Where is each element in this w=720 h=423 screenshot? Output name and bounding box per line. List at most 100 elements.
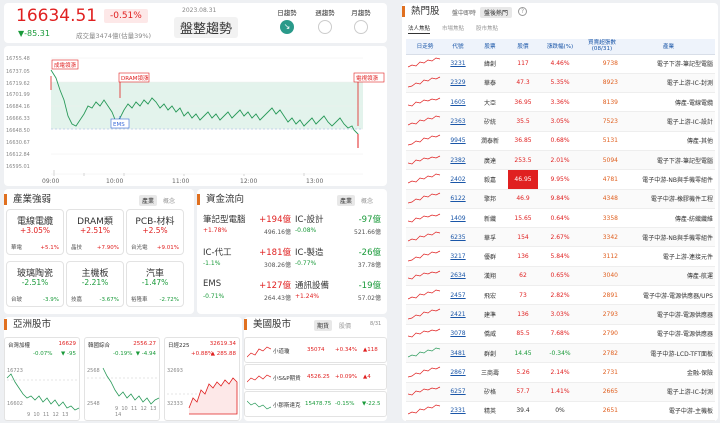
hot-stock-name[interactable]: 優群	[472, 246, 508, 267]
hot-stock-code[interactable]: 2421	[444, 304, 472, 325]
hot-subtab-stock[interactable]: 股市焦點	[476, 24, 498, 32]
col-header[interactable]: 代號	[444, 39, 472, 55]
flow-item[interactable]: 通訊設備 -19億 +1.24% 57.02億	[295, 277, 381, 307]
asia-market-card[interactable]: 韓國綜合 2556.27 -0.19% ▼ -4.94 2568 2548 9 …	[84, 337, 160, 421]
hot-stock-name[interactable]: 華泰	[472, 73, 508, 94]
hot-stock-industry: 電子下游-筆記型電腦	[622, 54, 715, 74]
flow-item[interactable]: 筆記型電腦 +194億 +1.78% 496.16億	[203, 211, 291, 241]
hot-stock-row[interactable]: 2402 毅嘉 46.95 9.95% 4781 電子中游-NB與手機零組件	[406, 169, 715, 190]
hot-stock-row[interactable]: 2867 三商壽 5.26 2.14% 2731 金融-保險	[406, 362, 715, 383]
hot-tab-afterhours[interactable]: 盤後熱門	[480, 7, 513, 18]
hot-stock-row[interactable]: 2457 飛宏 73 2.82% 2891 電子中游-電源供應器/UPS	[406, 285, 715, 306]
hot-stock-row[interactable]: 2331 精英 39.4 0% 2651 電子中游-主機板	[406, 401, 715, 422]
trend-month-button[interactable]: 月趨勢	[344, 7, 378, 34]
hot-stock-code[interactable]: 1409	[444, 208, 472, 229]
hot-stock-name[interactable]: 矽統	[472, 111, 508, 132]
hot-stock-row[interactable]: 6122 擎邦 46.9 9.84% 4348 電子中游-橡膠機件工程	[406, 189, 715, 209]
hot-subtab-institutional[interactable]: 法人焦點	[408, 24, 431, 34]
hot-tab-intraday[interactable]: 盤中即時	[448, 7, 480, 18]
hot-stock-row[interactable]: 6257 矽格 57.7 1.41% 2665 電子上游-IC-封測	[406, 382, 715, 402]
col-header[interactable]: 日走勢	[406, 39, 444, 55]
hot-stock-code[interactable]: 6122	[444, 189, 472, 209]
industry-card[interactable]: PCB-材料 +2.5% 台光電 +9.01%	[126, 209, 184, 255]
hot-stock-code[interactable]: 2363	[444, 111, 472, 132]
help-icon[interactable]: ?	[518, 7, 527, 16]
trend-week-button[interactable]: 週趨勢	[308, 7, 342, 34]
hot-stock-name[interactable]: 毅嘉	[472, 169, 508, 190]
us-market-row[interactable]: 小S&P期貨 4526.25 +0.09% ▲4	[244, 364, 387, 390]
industry-card[interactable]: DRAM類 +2.51% 晶技 +7.90%	[66, 209, 124, 255]
col-header[interactable]: 股票	[472, 39, 508, 55]
industry-card[interactable]: 玻璃陶瓷 -2.51% 台玻 -3.9%	[6, 261, 64, 307]
hot-stock-code[interactable]: 1605	[444, 92, 472, 113]
trend-day-button[interactable]: 日趨勢 ↘	[270, 7, 304, 34]
hot-stock-row[interactable]: 3078 僑威 85.5 7.68% 2790 電子中游-電源供應器	[406, 324, 715, 344]
hot-stock-row[interactable]: 3217 優群 136 5.84% 3112 電子上游-連接元件	[406, 246, 715, 267]
hot-stock-row[interactable]: 3231 緯創 117 4.46% 9738 電子下游-筆記型電腦	[406, 54, 715, 74]
hot-stock-name[interactable]: 漢翔	[472, 266, 508, 287]
hot-subtab-market[interactable]: 市場焦點	[442, 24, 464, 32]
hot-stock-row[interactable]: 2382 廣達 253.5 2.01% 5094 電子下游-筆記型電腦	[406, 150, 715, 171]
hot-stock-code[interactable]: 2331	[444, 401, 472, 422]
flow-item[interactable]: IC-代工 +181億 -1.1% 308.26億	[203, 244, 291, 274]
us-tab-futures[interactable]: 期貨	[314, 320, 333, 331]
hot-stock-row[interactable]: 6235 華孚 154 2.67% 3342 電子中游-NB與手機零組件	[406, 227, 715, 248]
hot-stock-name[interactable]: 飛宏	[472, 285, 508, 306]
col-header[interactable]: 漲跌幅(%)	[538, 39, 582, 55]
hot-stock-row[interactable]: 3481 群創 14.45 -0.34% 2782 電子中游-LCD-TFT面板	[406, 343, 715, 364]
hot-stock-name[interactable]: 緯創	[472, 54, 508, 74]
industry-card[interactable]: 汽車 -1.47% 裕隆車 -2.72%	[126, 261, 184, 307]
industry-card[interactable]: 電線電纜 +3.05% 華電 +5.1%	[6, 209, 64, 255]
hot-stock-code[interactable]: 6257	[444, 382, 472, 402]
hot-stock-code[interactable]: 2402	[444, 169, 472, 190]
us-tab-stocks[interactable]: 股價	[336, 320, 354, 331]
hot-stock-name[interactable]: 矽格	[472, 382, 508, 402]
flow-item[interactable]: IC-設計 -97億 -0.08% 521.66億	[295, 211, 381, 241]
hot-stock-name[interactable]: 精英	[472, 401, 508, 422]
hot-stock-name[interactable]: 三商壽	[472, 362, 508, 383]
hot-stock-name[interactable]: 新纖	[472, 208, 508, 229]
flow-tab-concept[interactable]: 概念	[358, 195, 376, 206]
hot-stock-code[interactable]: 3231	[444, 54, 472, 74]
hot-stock-code[interactable]: 3481	[444, 343, 472, 364]
hot-stock-code[interactable]: 2634	[444, 266, 472, 287]
hot-stock-name[interactable]: 潤泰新	[472, 131, 508, 151]
hot-stock-name[interactable]: 華孚	[472, 227, 508, 248]
hot-stock-code[interactable]: 9945	[444, 131, 472, 151]
asia-market-card[interactable]: 日經225 32619.34 +0.88% ▲ 285.88 32693 323…	[164, 337, 240, 421]
col-header[interactable]: 產業	[622, 39, 715, 55]
flow-item[interactable]: IC-製造 -26億 -0.77% 37.78億	[295, 244, 381, 274]
industry-tab-concept[interactable]: 概念	[160, 195, 178, 206]
hot-stock-code[interactable]: 3078	[444, 324, 472, 344]
col-header[interactable]: 股價	[508, 39, 538, 55]
flow-item[interactable]: EMS +127億 -0.71% 264.43億	[203, 277, 291, 307]
hot-stock-code[interactable]: 6235	[444, 227, 472, 248]
hot-stock-name[interactable]: 廣達	[472, 150, 508, 171]
industry-card[interactable]: 主機板 -2.21% 技嘉 -3.67%	[66, 261, 124, 307]
us-market-row[interactable]: 小那斯達克 15478.75 -0.15% ▼-22.5	[244, 391, 387, 417]
hot-stock-row[interactable]: 2421 建準 136 3.03% 2793 電子中游-電源供應器	[406, 304, 715, 325]
hot-stock-code[interactable]: 2382	[444, 150, 472, 171]
hot-stock-name[interactable]: 擎邦	[472, 189, 508, 209]
hot-stock-row[interactable]: 2634 漢翔 62 0.65% 3040 傳產-航運	[406, 266, 715, 287]
hot-stock-name[interactable]: 僑威	[472, 324, 508, 344]
hot-stock-code[interactable]: 2457	[444, 285, 472, 306]
hot-stock-name[interactable]: 建準	[472, 304, 508, 325]
hot-stock-row[interactable]: 1605 大亞 36.95 3.36% 8139 傳產-電線電纜	[406, 92, 715, 113]
col-header[interactable]: 買賣超張數(08/31)	[582, 39, 622, 55]
industry-card-stock: 技嘉	[71, 297, 83, 303]
hot-stock-row[interactable]: 2329 華泰 47.3 5.35% 8923 電子上游-IC-封測	[406, 73, 715, 94]
asia-market-card[interactable]: 台灣加權 16629 -0.07% ▼ -95 16723 16602 9 10…	[4, 337, 80, 421]
hot-stock-code[interactable]: 2329	[444, 73, 472, 94]
hot-stock-name[interactable]: 大亞	[472, 92, 508, 113]
hot-stock-row[interactable]: 1409 新纖 15.65 0.64% 3358 傳產-紡織纖維	[406, 208, 715, 229]
hot-stock-row[interactable]: 9945 潤泰新 36.85 0.68% 5131 傳產-其他	[406, 131, 715, 151]
hot-stock-code[interactable]: 2867	[444, 362, 472, 383]
hot-stock-code[interactable]: 3217	[444, 246, 472, 267]
hot-stock-name[interactable]: 群創	[472, 343, 508, 364]
us-market-row[interactable]: 小道瓊 35074 +0.34% ▲118	[244, 337, 387, 363]
flow-tab-sector[interactable]: 產業	[337, 195, 356, 206]
hot-stock-row[interactable]: 2363 矽統 35.5 3.05% 7523 電子上游-IC-設計	[406, 111, 715, 132]
hot-stock-sparkline	[407, 135, 441, 146]
industry-tab-sector[interactable]: 產業	[139, 195, 158, 206]
